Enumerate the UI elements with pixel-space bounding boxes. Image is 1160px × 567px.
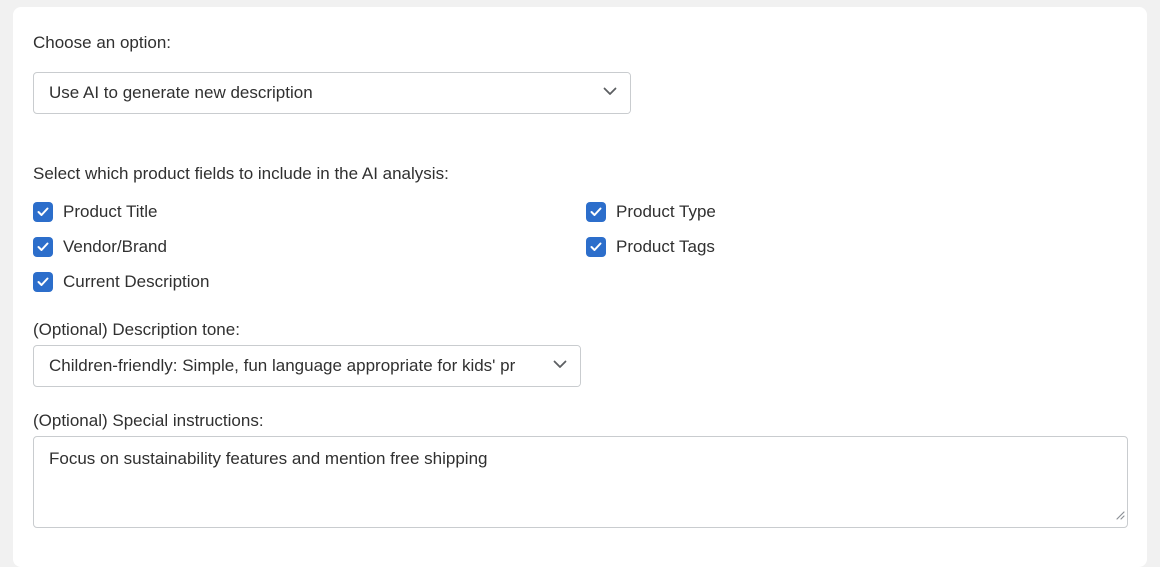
option-select[interactable]: Use AI to generate new description [33,72,631,114]
checkmark-icon [33,202,53,222]
tone-label: (Optional) Description tone: [33,320,240,339]
fields-label: Select which product fields to include i… [33,164,449,183]
checkbox-label: Vendor/Brand [63,237,167,256]
instructions-textarea[interactable]: Focus on sustainability features and men… [33,436,1128,528]
option-select-value: Use AI to generate new description [49,83,313,102]
tone-select-value: Children-friendly: Simple, fun language … [49,356,516,375]
chevron-down-icon [590,73,630,113]
checkbox-label: Product Tags [616,237,715,256]
checkmark-icon [33,272,53,292]
checkmark-icon [586,202,606,222]
checkbox-product-tags[interactable]: Product Tags [586,237,786,259]
checkbox-label: Current Description [63,272,210,291]
settings-card: Choose an option: Use AI to generate new… [13,7,1147,567]
chevron-down-icon [540,346,580,386]
checkmark-icon [33,237,53,257]
checkbox-product-title[interactable]: Product Title [33,202,233,224]
checkbox-product-type[interactable]: Product Type [586,202,786,224]
checkbox-current-description[interactable]: Current Description [33,272,253,294]
checkbox-label: Product Type [616,202,716,221]
checkmark-icon [586,237,606,257]
option-label: Choose an option: [33,33,171,52]
checkbox-label: Product Title [63,202,158,221]
checkbox-vendor-brand[interactable]: Vendor/Brand [33,237,233,259]
instructions-label: (Optional) Special instructions: [33,411,264,430]
instructions-value: Focus on sustainability features and men… [49,449,488,468]
resize-grip-icon[interactable] [1115,505,1125,525]
tone-select[interactable]: Children-friendly: Simple, fun language … [33,345,581,387]
